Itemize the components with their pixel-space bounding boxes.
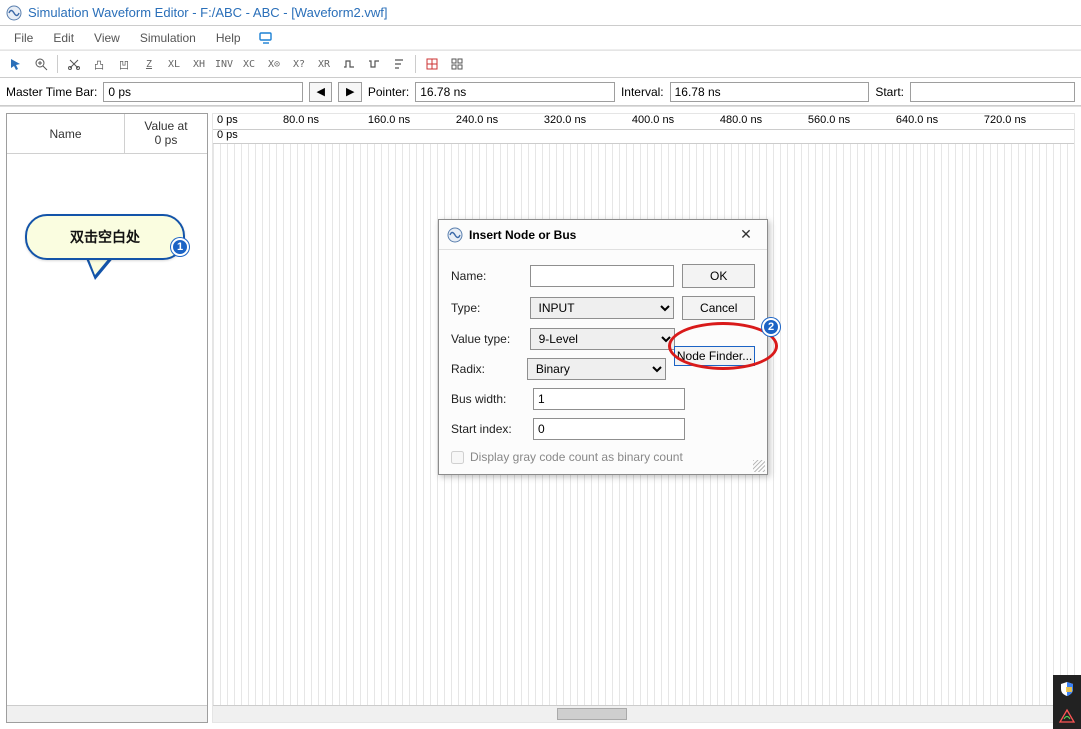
- buswidth-label: Bus width:: [451, 392, 525, 406]
- tool-wave-icon[interactable]: [337, 53, 361, 75]
- work-area: Name Value at 0 ps 双击空白处 1 0 ps 80.0 ns …: [0, 106, 1081, 729]
- ruler-tick: 720.0 ns: [984, 114, 1026, 126]
- tool-z-icon[interactable]: Z: [137, 53, 161, 75]
- ruler-tick: 480.0 ns: [720, 114, 762, 126]
- waveform-pane: 0 ps 80.0 ns 160.0 ns 240.0 ns 320.0 ns …: [212, 113, 1075, 723]
- ruler-tick: 400.0 ns: [632, 114, 674, 126]
- graycode-checkbox[interactable]: [451, 451, 464, 464]
- pointer-label: Pointer:: [368, 85, 409, 99]
- tool-cut-icon[interactable]: [62, 53, 86, 75]
- toolbar: 凸 凹 Z XL XH INV XC X⊙ X? XR: [0, 50, 1081, 78]
- name-input[interactable]: [530, 265, 675, 287]
- tool-xc-icon[interactable]: XC: [237, 53, 261, 75]
- tool-xh-icon[interactable]: XH: [187, 53, 211, 75]
- tool-force1-icon[interactable]: 凹: [112, 53, 136, 75]
- master-time-bar-label: Master Time Bar:: [6, 85, 97, 99]
- tool-pointer-icon[interactable]: [4, 53, 28, 75]
- app-icon: [6, 5, 22, 21]
- value-column-header[interactable]: Value at 0 ps: [125, 114, 207, 153]
- tool-grid-icon[interactable]: [420, 53, 444, 75]
- menu-simulation[interactable]: Simulation: [130, 29, 206, 47]
- toolbar-separator: [415, 55, 416, 73]
- radix-label: Radix:: [451, 362, 519, 376]
- startindex-input[interactable]: [533, 418, 685, 440]
- graycode-label: Display gray code count as binary count: [470, 450, 683, 464]
- master-time-bar-input[interactable]: [103, 82, 303, 102]
- ruler-tick: 640.0 ns: [896, 114, 938, 126]
- step-badge-1: 1: [171, 238, 189, 256]
- tool-x-icon[interactable]: X?: [287, 53, 311, 75]
- type-select[interactable]: INPUT: [530, 297, 675, 319]
- step-badge-2: 2: [762, 318, 780, 336]
- cursor-0ps: 0 ps: [217, 129, 238, 141]
- interval-label: Interval:: [621, 85, 664, 99]
- menu-file[interactable]: File: [4, 29, 43, 47]
- menu-edit[interactable]: Edit: [43, 29, 84, 47]
- cancel-button[interactable]: Cancel: [682, 296, 755, 320]
- info-bar: Master Time Bar: ◀ ▶ Pointer: Interval: …: [0, 78, 1081, 106]
- valuetype-label: Value type:: [451, 332, 522, 346]
- corner-widgets: [1053, 675, 1081, 729]
- callout-1: 双击空白处 1: [25, 214, 185, 276]
- run-icon[interactable]: [257, 29, 275, 47]
- tool-inv-icon[interactable]: INV: [212, 53, 236, 75]
- insert-node-dialog: Insert Node or Bus ✕ Name: OK Type: INPU…: [438, 219, 768, 475]
- tool-snap-icon[interactable]: [445, 53, 469, 75]
- ok-button[interactable]: OK: [682, 264, 755, 288]
- ruler-tick: 320.0 ns: [544, 114, 586, 126]
- dialog-title: Insert Node or Bus: [469, 228, 733, 242]
- ruler-tick: 0 ps: [217, 114, 238, 126]
- dialog-titlebar[interactable]: Insert Node or Bus ✕: [439, 220, 767, 250]
- tool-force0-icon[interactable]: 凸: [87, 53, 111, 75]
- ruler-tick: 560.0 ns: [808, 114, 850, 126]
- tool-xl-icon[interactable]: XL: [162, 53, 186, 75]
- menu-view[interactable]: View: [84, 29, 130, 47]
- menu-help[interactable]: Help: [206, 29, 251, 47]
- callout-1-bubble: 双击空白处: [25, 214, 185, 260]
- dialog-icon: [447, 227, 463, 243]
- ruler-tick: 240.0 ns: [456, 114, 498, 126]
- dialog-resize-grip[interactable]: [753, 460, 765, 472]
- tool-clock-icon[interactable]: X⊙: [262, 53, 286, 75]
- tool-zoom-icon[interactable]: [29, 53, 53, 75]
- dialog-close-icon[interactable]: ✕: [733, 225, 759, 245]
- triangle-icon[interactable]: [1058, 707, 1076, 725]
- toolbar-separator: [57, 55, 58, 73]
- callout-1-text: 双击空白处: [70, 227, 140, 247]
- name-column-header[interactable]: Name: [7, 114, 125, 153]
- shield-icon[interactable]: [1058, 680, 1076, 698]
- tool-rand-icon[interactable]: XR: [312, 53, 336, 75]
- tool-sort-icon[interactable]: [387, 53, 411, 75]
- time-ruler[interactable]: 0 ps 80.0 ns 160.0 ns 240.0 ns 320.0 ns …: [213, 114, 1074, 130]
- valuetype-select[interactable]: 9-Level: [530, 328, 675, 350]
- waveform-hscroll[interactable]: [213, 705, 1074, 722]
- signal-list-header: Name Value at 0 ps: [7, 114, 207, 154]
- interval-input[interactable]: [670, 82, 870, 102]
- window-titlebar: Simulation Waveform Editor - F:/ABC - AB…: [0, 0, 1081, 26]
- signal-list-body[interactable]: 双击空白处 1: [7, 154, 207, 722]
- window-title: Simulation Waveform Editor - F:/ABC - AB…: [28, 5, 388, 20]
- radix-select[interactable]: Binary: [527, 358, 666, 380]
- waveform-canvas[interactable]: Insert Node or Bus ✕ Name: OK Type: INPU…: [213, 144, 1074, 705]
- signal-list-hscroll[interactable]: [7, 705, 207, 722]
- pointer-input[interactable]: [415, 82, 615, 102]
- next-button[interactable]: ▶: [338, 82, 361, 102]
- scroll-thumb[interactable]: [557, 708, 627, 720]
- name-label: Name:: [451, 269, 522, 283]
- signal-list-pane: Name Value at 0 ps 双击空白处 1: [6, 113, 208, 723]
- menubar: File Edit View Simulation Help: [0, 26, 1081, 50]
- tool-wave2-icon[interactable]: [362, 53, 386, 75]
- start-input[interactable]: [910, 82, 1075, 102]
- prev-button[interactable]: ◀: [309, 82, 332, 102]
- start-label: Start:: [875, 85, 904, 99]
- type-label: Type:: [451, 301, 522, 315]
- ruler-tick: 80.0 ns: [283, 114, 319, 126]
- node-finder-button[interactable]: Node Finder...: [674, 346, 755, 366]
- startindex-label: Start index:: [451, 422, 525, 436]
- buswidth-input[interactable]: [533, 388, 685, 410]
- time-cursor-row[interactable]: 0 ps: [213, 130, 1074, 144]
- ruler-tick: 160.0 ns: [368, 114, 410, 126]
